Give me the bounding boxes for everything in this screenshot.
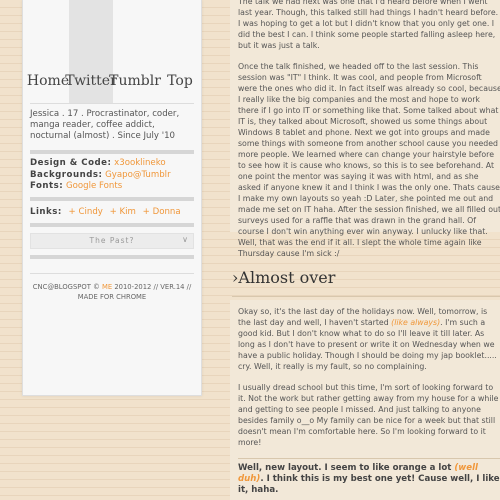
- credit-backgrounds-link[interactable]: Gyapo@Tumblr: [105, 170, 170, 180]
- footer-suffix: 2010-2012 // VER.14 //: [112, 282, 192, 291]
- credit-backgrounds-label: Backgrounds:: [30, 169, 103, 180]
- divider: [30, 196, 194, 201]
- nav-bar: Home Twitter Tumblr Top: [23, 0, 201, 103]
- sidebar: Home Twitter Tumblr Top Jessica . 17 . P…: [22, 0, 202, 396]
- divider: [30, 150, 194, 154]
- divider: [30, 254, 194, 259]
- credit-fonts-label: Fonts:: [30, 181, 64, 191]
- post-text: . I think this is my best one yet! Cause…: [238, 474, 500, 495]
- post-text: Well, new layout. I seem to like orange …: [238, 463, 455, 473]
- chevron-down-icon: ∨: [182, 234, 189, 244]
- nav-home-link[interactable]: Home: [27, 0, 69, 103]
- links-row: Links: + Cindy + Kim + Donna: [30, 207, 194, 217]
- credit-fonts: Fonts: Google Fonts: [30, 181, 194, 193]
- credit-design-link[interactable]: x3ooklineko: [114, 158, 165, 168]
- credit-fonts-link[interactable]: Google Fonts: [66, 181, 122, 191]
- credit-backgrounds: Backgrounds: Gyapo@Tumblr: [30, 170, 194, 182]
- footer-me-link[interactable]: ME: [102, 283, 112, 291]
- link-donna[interactable]: + Donna: [143, 207, 181, 217]
- archive-dropdown-value: The Past?: [89, 236, 135, 245]
- post-paragraph: Well, new layout. I seem to like orange …: [238, 463, 500, 496]
- post-previous: The talk we had next was one that I'd he…: [230, 0, 500, 258]
- nav-tumblr-link[interactable]: Tumblr: [109, 0, 161, 103]
- credits: Design & Code: x3ooklineko Backgrounds: …: [30, 158, 194, 193]
- link-cindy[interactable]: + Cindy: [69, 207, 103, 217]
- post-paragraph: The talk we had next was one that I'd he…: [238, 0, 499, 50]
- link-kim[interactable]: + Kim: [110, 207, 136, 217]
- post-header: ›Almost over: [232, 262, 500, 297]
- footer-line1: CNC@BLOGSPOT © ME 2010-2012 // VER.14 //: [30, 282, 194, 292]
- footer-prefix: CNC@BLOGSPOT ©: [32, 282, 102, 291]
- footer: CNC@BLOGSPOT © ME 2010-2012 // VER.14 //…: [30, 272, 194, 302]
- post-paragraph: Once the talk finished, we headed off to…: [238, 62, 500, 258]
- post-almost-over: Okay so, it's the last day of the holida…: [230, 300, 500, 500]
- nav-top-link[interactable]: Top: [166, 0, 194, 103]
- bio-text: Jessica . 17 . Procrastinator, coder, ma…: [30, 103, 194, 147]
- divider: [30, 222, 194, 227]
- nav-twitter-link[interactable]: Twitter: [65, 0, 117, 103]
- credit-design: Design & Code: x3ooklineko: [30, 158, 194, 170]
- post-paragraph: Okay so, it's the last day of the holida…: [238, 306, 500, 372]
- divider: [238, 458, 500, 459]
- footer-line2: MADE FOR CHROME: [77, 292, 147, 301]
- post-title[interactable]: ›Almost over: [232, 268, 335, 287]
- links-label: Links:: [30, 206, 62, 217]
- post-paragraph: I usually dread school but this time, I'…: [238, 383, 499, 447]
- credit-design-label: Design & Code:: [30, 158, 112, 168]
- archive-dropdown[interactable]: The Past? ∨: [30, 232, 194, 249]
- post-emphasis: (like always): [391, 318, 441, 327]
